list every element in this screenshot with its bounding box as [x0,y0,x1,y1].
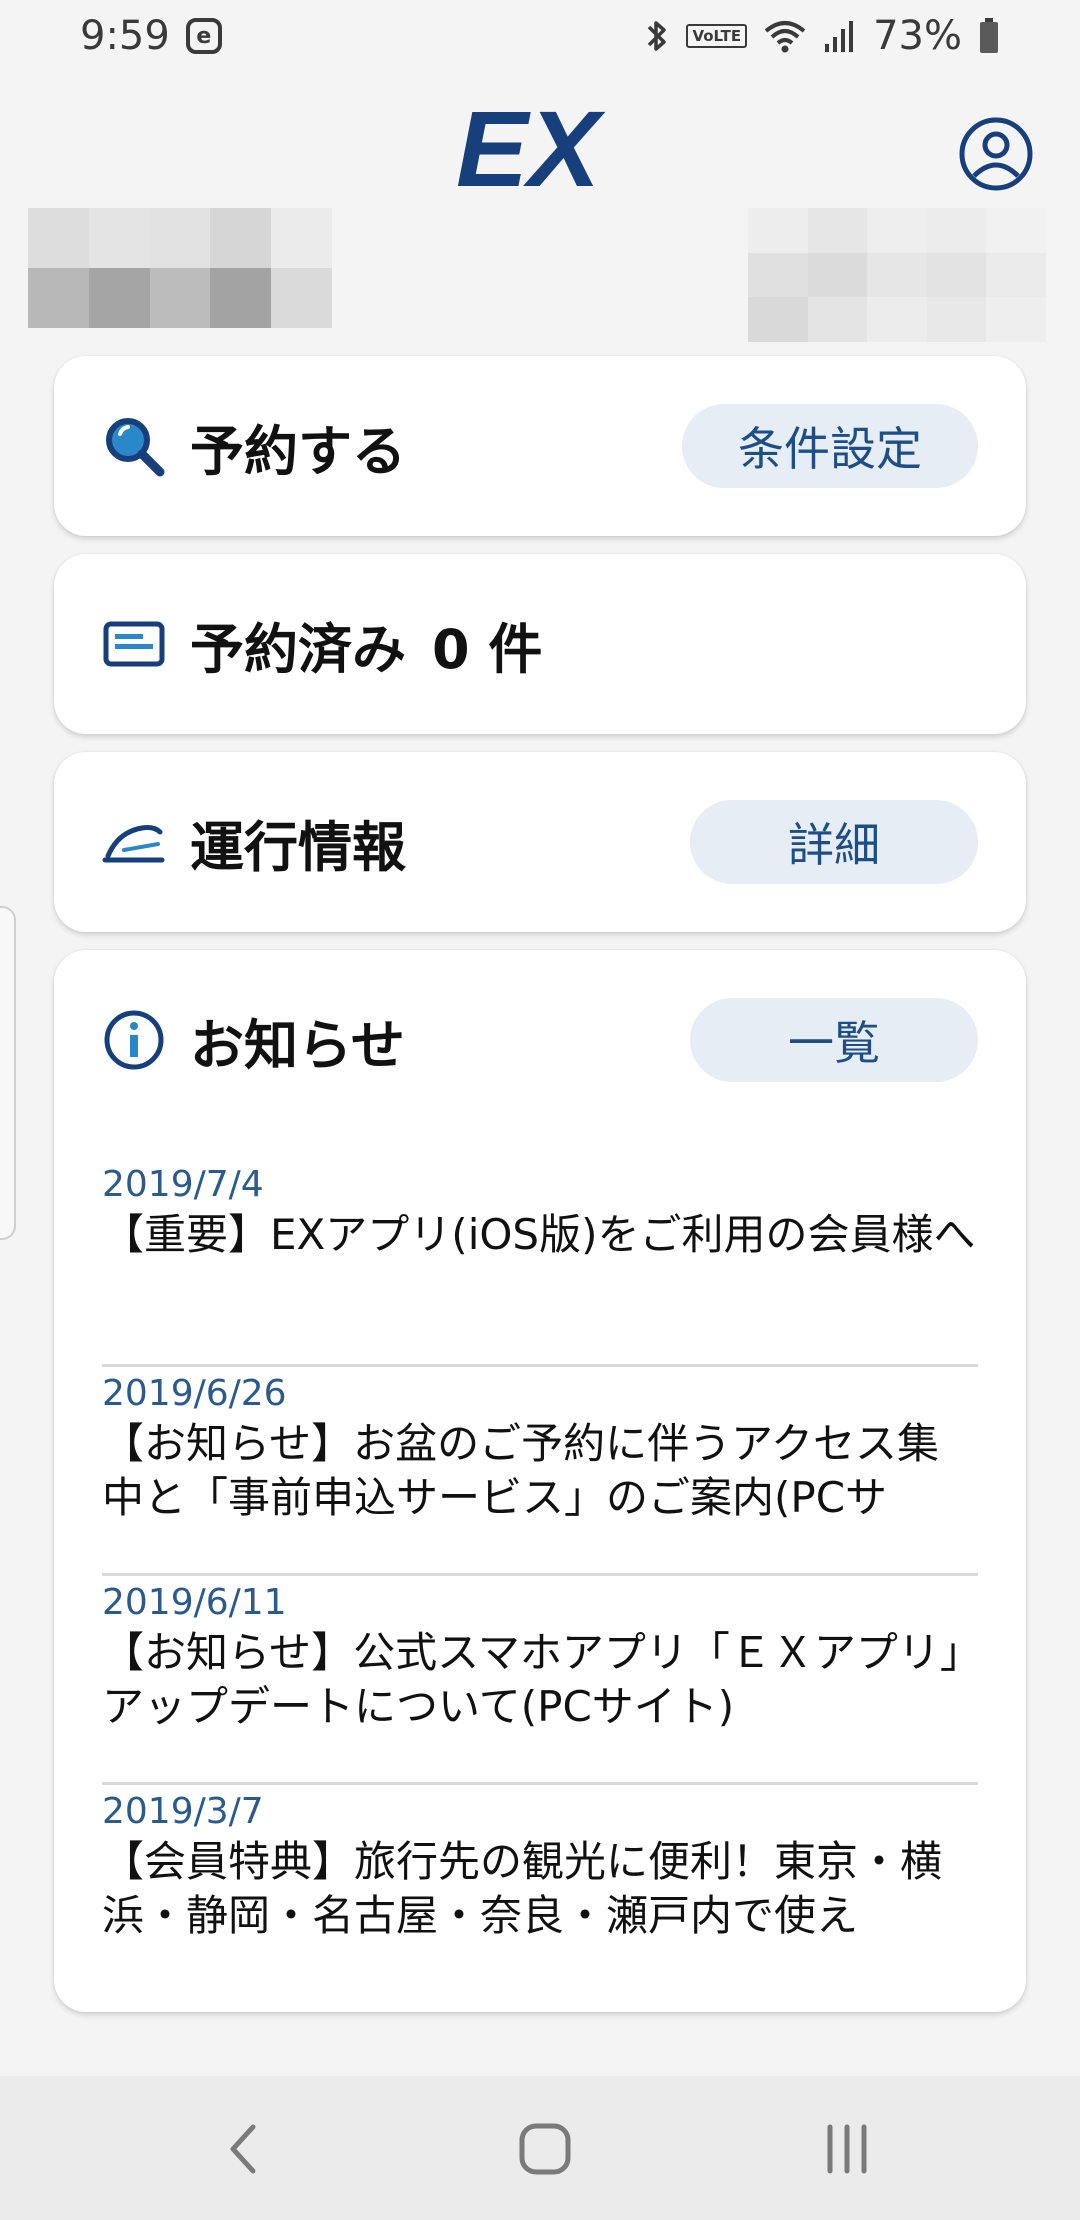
news-date: 2019/6/11 [102,1582,287,1623]
status-right: VoLTE 73% [644,13,1000,59]
shinkansen-icon [102,810,166,874]
news-date: 2019/7/4 [102,1164,264,1205]
status-time: 9:59 [80,13,170,59]
news-item[interactable]: 2019/6/11 【お知らせ】公式スマホアプリ「ＥＸアプリ」アップデートについ… [102,1576,978,1785]
news-title: お知らせ [190,1013,405,1077]
e-circle-icon: e [185,18,222,54]
condition-settings-button[interactable]: 条件設定 [682,404,978,488]
news-item[interactable]: 2019/7/4 【重要】EXアプリ(iOS版)をご利用の会員様へ [102,1158,978,1367]
news-header-row: お知らせ 一覧 [102,950,978,1130]
back-chevron-icon [230,2124,256,2174]
volte-badge: VoLTE [686,24,748,48]
back-button[interactable] [198,2104,288,2194]
reserve-title: 予約する [190,419,406,483]
news-date: 2019/6/26 [102,1373,287,1414]
news-text: 【重要】EXアプリ(iOS版)をご利用の会員様へ [102,1210,976,1259]
booked-title: 予約済み [190,617,406,681]
booked-count: 0 件 [432,617,543,681]
info-icon [102,1008,166,1072]
search-icon [102,414,166,478]
operation-row: 運行情報 詳細 [102,752,978,932]
account-button[interactable] [958,116,1034,192]
app-header: EX [0,72,1080,212]
edge-panel-handle[interactable] [0,906,16,1240]
operation-info-card[interactable]: 運行情報 詳細 [54,752,1026,932]
signal-icon [823,18,857,54]
news-text: 【お知らせ】お盆のご予約に伴うアクセス集中と「事前申込サービス」のご案内(PCサ [102,1419,940,1522]
details-button[interactable]: 詳細 [690,800,978,884]
navigation-bar [0,2076,1080,2220]
reserve-card[interactable]: 予約する 条件設定 [54,356,1026,536]
recents-icon [827,2124,867,2174]
wifi-icon [763,17,807,55]
recents-button[interactable] [802,2104,892,2194]
status-left: 9:59 e [80,13,222,59]
news-item[interactable]: 2019/6/26 【お知らせ】お盆のご予約に伴うアクセス集中と「事前申込サービ… [102,1367,978,1576]
news-list: 2019/7/4 【重要】EXアプリ(iOS版)をご利用の会員様へ 2019/6… [102,1158,978,1994]
account-circle-icon [959,117,1033,191]
battery-icon [978,17,1000,55]
news-text: 【会員特典】旅行先の観光に便利！東京・横浜・静岡・名古屋・奈良・瀬戸内で使え [102,1837,943,1940]
bluetooth-icon [644,16,670,56]
booked-card[interactable]: 予約済み 0 件 [54,554,1026,734]
operation-title: 運行情報 [190,815,406,879]
pixelated-region-right [748,208,1046,342]
news-text: 【お知らせ】公式スマホアプリ「ＥＸアプリ」アップデートについて(PCサイト) [102,1628,961,1731]
ex-logo: EX [452,88,626,209]
news-item[interactable]: 2019/3/7 【会員特典】旅行先の観光に便利！東京・横浜・静岡・名古屋・奈良… [102,1785,978,1994]
logo-text: EX [456,102,606,198]
ticket-card-icon [102,612,166,676]
news-card: お知らせ 一覧 2019/7/4 【重要】EXアプリ(iOS版)をご利用の会員様… [54,950,1026,2012]
news-date: 2019/3/7 [102,1791,264,1832]
booked-row: 予約済み 0 件 [102,554,978,734]
status-bar: 9:59 e VoLTE 73% [0,0,1080,72]
battery-percent: 73% [873,13,962,59]
home-icon [519,2123,571,2175]
home-button[interactable] [500,2104,590,2194]
view-all-button[interactable]: 一覧 [690,998,978,1082]
reserve-row: 予約する 条件設定 [102,356,978,536]
pixelated-region-left [28,208,332,328]
